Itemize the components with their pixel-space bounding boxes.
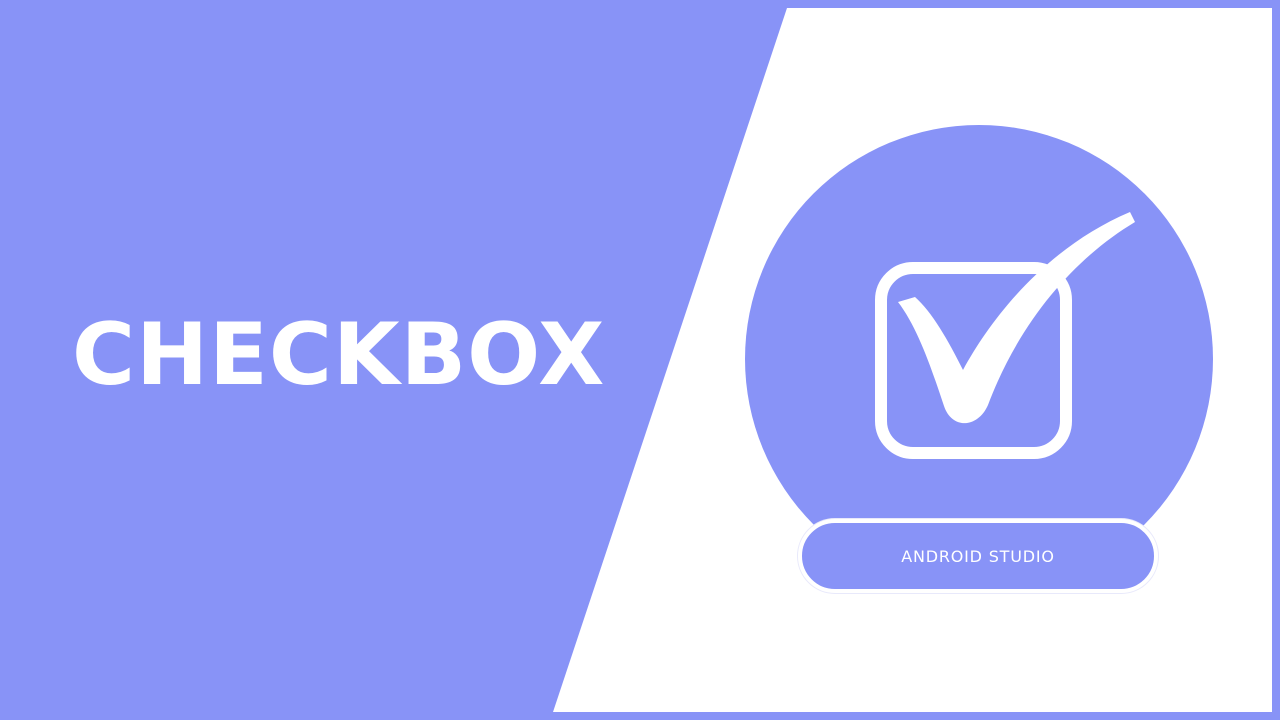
checkbox-checked-icon: [875, 212, 1135, 459]
badge-label: ANDROID STUDIO: [901, 546, 1055, 566]
page-title: CHECKBOX: [72, 305, 606, 405]
android-studio-badge: ANDROID STUDIO: [798, 519, 1158, 593]
